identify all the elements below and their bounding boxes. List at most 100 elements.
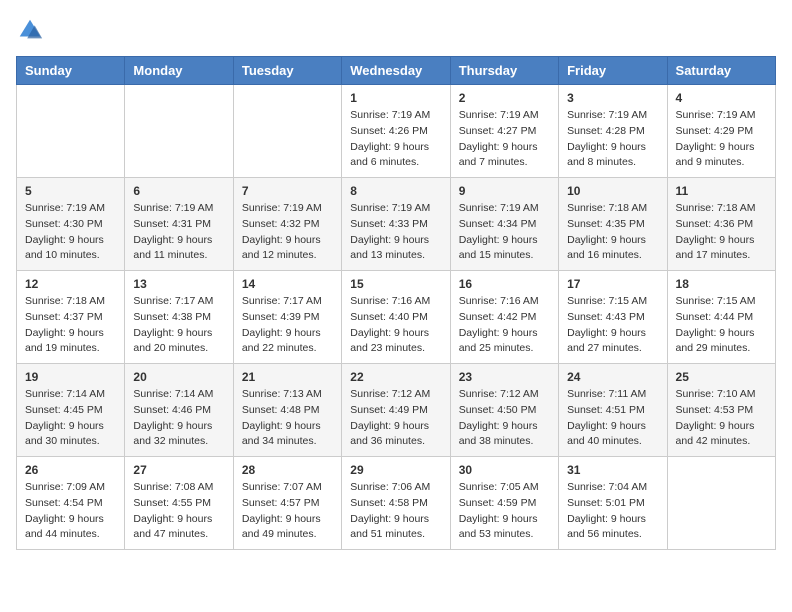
cell-line: Daylight: 9 hours (567, 233, 658, 249)
calendar-cell: 24Sunrise: 7:11 AMSunset: 4:51 PMDayligh… (559, 364, 667, 457)
cell-line: Sunrise: 7:19 AM (25, 201, 116, 217)
cell-line: and 30 minutes. (25, 434, 116, 450)
cell-line: Sunset: 4:42 PM (459, 310, 550, 326)
calendar-cell: 23Sunrise: 7:12 AMSunset: 4:50 PMDayligh… (450, 364, 558, 457)
cell-line: Sunset: 4:34 PM (459, 217, 550, 233)
day-number: 4 (676, 91, 767, 105)
cell-line: Sunset: 4:50 PM (459, 403, 550, 419)
cell-line: Sunrise: 7:19 AM (459, 201, 550, 217)
cell-line: Daylight: 9 hours (350, 140, 441, 156)
calendar-cell: 17Sunrise: 7:15 AMSunset: 4:43 PMDayligh… (559, 271, 667, 364)
calendar-cell: 21 Sunrise: 7:13 AMSunset: 4:48 PMDayligh… (233, 364, 341, 457)
cell-line: Sunset: 4:28 PM (567, 124, 658, 140)
day-number: 9 (459, 184, 550, 198)
cell-line: Sunrise: 7:04 AM (567, 480, 658, 496)
day-number: 17 (567, 277, 658, 291)
day-number: 21 (242, 370, 333, 384)
cell-line: Sunset: 4:46 PM (133, 403, 224, 419)
cell-line: Daylight: 9 hours (459, 326, 550, 342)
cell-line: and 49 minutes. (242, 527, 333, 543)
cell-line: Daylight: 9 hours (133, 326, 224, 342)
cell-line: Sunset: 4:39 PM (242, 310, 333, 326)
cell-line: Daylight: 9 hours (567, 512, 658, 528)
cell-line: Sunrise: 7:05 AM (459, 480, 550, 496)
cell-line: Daylight: 9 hours (25, 419, 116, 435)
cell-content: Sunrise: 7:09 AMSunset: 4:54 PMDaylight:… (25, 480, 116, 543)
cell-line: Daylight: 9 hours (676, 140, 767, 156)
calendar-cell (233, 85, 341, 178)
cell-line: Sunrise: 7:15 AM (676, 294, 767, 310)
day-number: 28 (242, 463, 333, 477)
cell-line: and 19 minutes. (25, 341, 116, 357)
cell-line: Sunrise: 7:18 AM (25, 294, 116, 310)
day-number: 13 (133, 277, 224, 291)
cell-line: Sunset: 4:31 PM (133, 217, 224, 233)
cell-line: and 40 minutes. (567, 434, 658, 450)
cell-content: Sunrise: 7:10 AMSunset: 4:53 PMDaylight:… (676, 387, 767, 450)
day-number: 14 (242, 277, 333, 291)
calendar-cell: 13Sunrise: 7:17 AMSunset: 4:38 PMDayligh… (125, 271, 233, 364)
cell-content: Sunrise: 7:18 AMSunset: 4:37 PMDaylight:… (25, 294, 116, 357)
calendar-header-row: SundayMondayTuesdayWednesdayThursdayFrid… (17, 57, 776, 85)
cell-content: Sunrise: 7:16 AMSunset: 4:40 PMDaylight:… (350, 294, 441, 357)
cell-content: Sunrise: 7:19 AMSunset: 4:26 PMDaylight:… (350, 108, 441, 171)
calendar-cell: 29Sunrise: 7:06 AMSunset: 4:58 PMDayligh… (342, 457, 450, 550)
cell-line: Sunset: 4:38 PM (133, 310, 224, 326)
calendar-cell: 12Sunrise: 7:18 AMSunset: 4:37 PMDayligh… (17, 271, 125, 364)
cell-content: Sunrise: 7:06 AMSunset: 4:58 PMDaylight:… (350, 480, 441, 543)
cell-line: and 51 minutes. (350, 527, 441, 543)
page-header (16, 16, 776, 44)
cell-line: Sunset: 4:51 PM (567, 403, 658, 419)
calendar-header-thursday: Thursday (450, 57, 558, 85)
day-number: 16 (459, 277, 550, 291)
logo-icon (16, 16, 44, 44)
day-number: 15 (350, 277, 441, 291)
cell-content: Sunrise: 7:19 AMSunset: 4:28 PMDaylight:… (567, 108, 658, 171)
cell-line: Sunset: 4:57 PM (242, 496, 333, 512)
cell-content: Sunrise: 7:15 AMSunset: 4:44 PMDaylight:… (676, 294, 767, 357)
day-number: 22 (350, 370, 441, 384)
cell-content: Sunrise: 7:12 AMSunset: 4:50 PMDaylight:… (459, 387, 550, 450)
day-number: 27 (133, 463, 224, 477)
cell-line: Daylight: 9 hours (350, 512, 441, 528)
cell-content: Sunrise: 7:05 AMSunset: 4:59 PMDaylight:… (459, 480, 550, 543)
cell-line: Sunrise: 7:09 AM (25, 480, 116, 496)
cell-line: Daylight: 9 hours (567, 140, 658, 156)
cell-content: Sunrise: 7:13 AMSunset: 4:48 PMDaylight:… (242, 387, 333, 450)
cell-line: and 53 minutes. (459, 527, 550, 543)
calendar-body: 1Sunrise: 7:19 AMSunset: 4:26 PMDaylight… (17, 85, 776, 550)
cell-line: and 8 minutes. (567, 155, 658, 171)
cell-line: Sunset: 4:45 PM (25, 403, 116, 419)
cell-content: Sunrise: 7:16 AMSunset: 4:42 PMDaylight:… (459, 294, 550, 357)
cell-line: and 23 minutes. (350, 341, 441, 357)
cell-line: Daylight: 9 hours (350, 419, 441, 435)
calendar-cell: 22Sunrise: 7:12 AMSunset: 4:49 PMDayligh… (342, 364, 450, 457)
day-number: 2 (459, 91, 550, 105)
cell-line: and 44 minutes. (25, 527, 116, 543)
cell-content: Sunrise: 7:07 AMSunset: 4:57 PMDaylight:… (242, 480, 333, 543)
cell-line: and 9 minutes. (676, 155, 767, 171)
cell-line: and 38 minutes. (459, 434, 550, 450)
cell-line: Sunset: 4:44 PM (676, 310, 767, 326)
cell-line: Sunrise: 7:18 AM (567, 201, 658, 217)
cell-line: and 42 minutes. (676, 434, 767, 450)
cell-line: and 34 minutes. (242, 434, 333, 450)
cell-line: Sunrise: 7:12 AM (459, 387, 550, 403)
cell-line: Daylight: 9 hours (676, 419, 767, 435)
calendar-header-saturday: Saturday (667, 57, 775, 85)
cell-line: Sunset: 4:40 PM (350, 310, 441, 326)
cell-line: Sunrise: 7:11 AM (567, 387, 658, 403)
day-number: 10 (567, 184, 658, 198)
cell-content: Sunrise: 7:17 AMSunset: 4:39 PMDaylight:… (242, 294, 333, 357)
calendar-header-tuesday: Tuesday (233, 57, 341, 85)
cell-line: Sunset: 4:32 PM (242, 217, 333, 233)
calendar-cell (125, 85, 233, 178)
cell-line: Sunset: 4:35 PM (567, 217, 658, 233)
day-number: 5 (25, 184, 116, 198)
cell-line: Sunrise: 7:19 AM (567, 108, 658, 124)
calendar-cell: 9Sunrise: 7:19 AMSunset: 4:34 PMDaylight… (450, 178, 558, 271)
day-number: 24 (567, 370, 658, 384)
cell-line: Sunrise: 7:12 AM (350, 387, 441, 403)
calendar-cell: 31Sunrise: 7:04 AMSunset: 5:01 PMDayligh… (559, 457, 667, 550)
cell-line: Daylight: 9 hours (676, 326, 767, 342)
